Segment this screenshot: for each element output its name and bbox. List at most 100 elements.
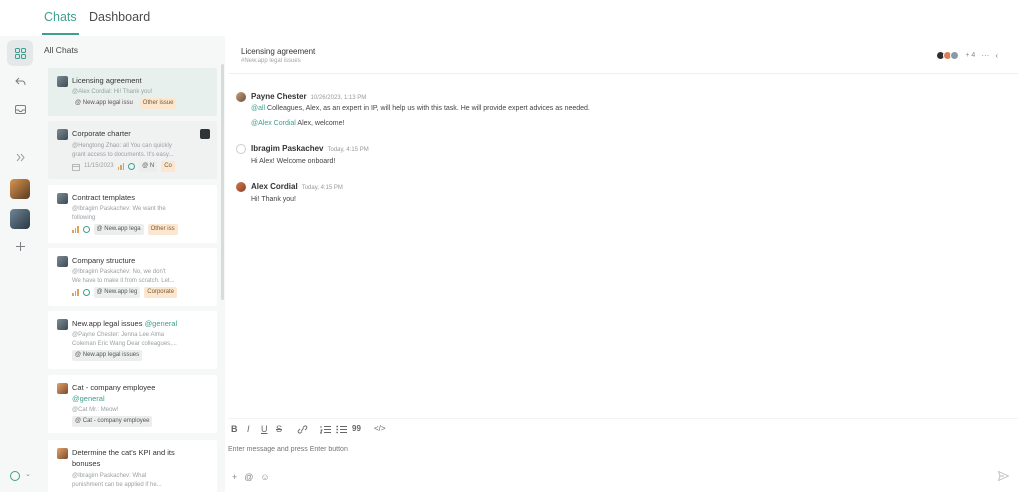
chat-tags: @ New.app leg Corporate [72,287,177,298]
chat-preview: @Payne Chester: Jenna Lee Alma [72,332,165,338]
chat-tag: @ New.app legal issues [72,350,143,361]
chat-preview: @Alex Cordial: Hi! Thank you! [72,89,153,95]
quote-button[interactable]: 99 [352,424,361,433]
all-chats-heading: All Chats [44,45,79,55]
message-input[interactable] [228,446,928,453]
channel-mention[interactable]: @general [72,394,105,403]
strikethrough-button[interactable]: S [276,424,282,434]
chat-item-cat-company-employee[interactable]: Cat - company employee @general @Cat Mr.… [48,375,217,433]
chat-preview: punishment can be applied if he... [72,482,162,488]
grid-icon[interactable] [7,40,33,66]
chat-title: New.app legal issues @general [72,319,177,328]
format-toolbar: B I U S 99 </> [228,424,1018,438]
chat-item-licensing-agreement[interactable]: Licensing agreement @Alex Cordial: Hi! T… [48,68,217,116]
scrollbar[interactable] [221,64,224,300]
avatar [950,51,960,60]
author-name: Ibragim Paskachev [251,144,324,153]
mention[interactable]: @Alex Cordial [251,120,296,127]
link-icon[interactable] [297,425,308,436]
chat-tag: @ New.app leg [93,287,141,298]
chat-date: 11/15/2023 [84,163,114,169]
underline-button[interactable]: U [261,424,268,434]
chat-item-new-app-legal-issues[interactable]: New.app legal issues @general @Payne Che… [48,311,217,369]
chat-preview: grant access to documents. It's easy... [72,152,174,158]
reply-icon[interactable] [7,68,33,94]
chat-preview: Coleman Eric Wang Dear colleagues,... [72,341,177,347]
inbox-icon[interactable] [7,96,33,122]
emoji-icon[interactable]: ☺ [260,472,269,482]
avatar[interactable] [236,182,246,192]
chat-avatar [57,319,68,330]
chat-item-contract-templates[interactable]: Contract templates @Ibragim Paskachev: W… [48,185,217,243]
tab-chats[interactable]: Chats [42,10,79,35]
expand-icon[interactable] [7,144,33,170]
chat-title: Company structure [72,256,136,265]
chat-tag: @ New.app legal issu [72,98,136,109]
italic-button[interactable]: I [247,424,250,434]
conversation-title: Licensing agreement [241,47,316,56]
chat-tag: @ New.app lega [93,224,144,235]
status-icon[interactable] [10,471,20,481]
more-icon[interactable]: ··· [981,51,989,60]
message-author[interactable]: Ibragim Paskachev Today, 4:15 PM [251,144,369,153]
chat-title-line2: bonuses [72,459,101,468]
chat-preview: @Cat Mr.: Meow! [72,407,119,413]
bold-button[interactable]: B [231,424,238,434]
chat-tag: Other iss [147,224,178,235]
chat-badge [200,129,210,139]
plus-icon[interactable]: + [232,472,237,482]
chevron-left-icon[interactable]: ‹ [995,51,998,60]
chat-item-company-structure[interactable]: Company structure @Ibragim Paskachev: No… [48,248,217,306]
chat-item-corporate-charter[interactable]: Corporate charter @Hengtong Zhao: all Yo… [48,121,217,179]
chat-tag: Other issue [139,98,177,109]
avatar[interactable] [236,144,246,154]
member-avatars[interactable] [936,51,960,60]
status-ring-icon [128,163,136,170]
message-author[interactable]: Payne Chester 10/26/2023, 1:13 PM [251,92,366,101]
chat-item-determine-kpi[interactable]: Determine the cat's KPI and its bonuses … [48,440,217,492]
status-ring-icon [82,289,90,296]
chat-preview: @Hengtong Zhao: all You can quickly [72,143,172,149]
chevron-down-icon[interactable]: ⌄ [25,470,31,478]
workspace-avatar-2[interactable] [10,209,30,229]
chat-title-text: New.app legal issues [72,319,143,328]
message-body: Hi! Thank you! [251,196,297,203]
calendar-icon [72,163,80,171]
code-button[interactable]: </> [374,424,386,433]
author-name: Alex Cordial [251,182,298,191]
chat-tag: @ Cat - company employee [72,416,153,427]
ordered-list-icon[interactable] [319,425,331,436]
conversation-channel[interactable]: #New.app legal issues [241,58,301,64]
member-count[interactable]: + 4 [965,52,975,59]
conversation-pane: Licensing agreement #New.app legal issue… [228,36,1024,492]
at-icon[interactable]: @ [244,472,253,482]
message-author[interactable]: Alex Cordial Today, 4:15 PM [251,182,343,191]
conversation-header: Licensing agreement #New.app legal issue… [228,36,1018,74]
workspace-avatar-1[interactable] [10,179,30,199]
message-body: Hi Alex! Welcome onboard! [251,158,336,165]
chat-preview: We have to make it from scratch. Let... [72,278,175,284]
priority-bars-icon [72,226,79,233]
chat-avatar [57,383,68,394]
message-time: Today, 4:15 PM [301,185,343,191]
chat-title: Corporate charter [72,129,131,138]
send-icon[interactable] [997,470,1010,484]
mention[interactable]: @all [251,105,265,112]
priority-bars-icon [72,289,79,296]
composer-actions: + @ ☺ [232,472,270,482]
avatar[interactable] [236,92,246,102]
channel-mention[interactable]: @general [145,319,178,328]
chat-preview: @Ibragim Paskachev: We want the [72,206,166,212]
add-icon[interactable] [7,233,33,259]
chat-tags: 11/15/2023 @ N Co [72,161,175,172]
tab-dashboard[interactable]: Dashboard [89,10,150,24]
bullet-list-icon[interactable] [336,425,347,436]
top-tabs: Chats Dashboard [0,0,1024,36]
channel-mention-text: @general [72,394,105,403]
chat-tags: @ New.app legal issues [72,350,143,361]
author-name: Payne Chester [251,92,307,101]
chat-title: Determine the cat's KPI and its [72,448,175,457]
message-time: Today, 4:15 PM [327,147,369,153]
chat-tags: @ Cat - company employee [72,416,153,427]
chat-title: Licensing agreement [72,76,142,85]
